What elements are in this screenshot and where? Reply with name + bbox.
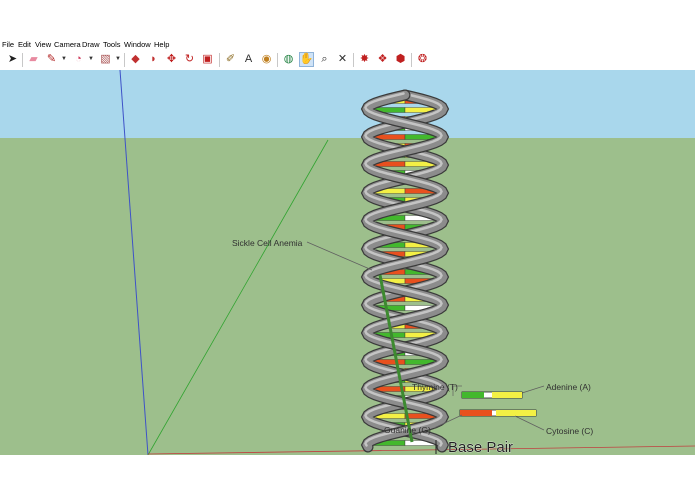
menu-camera[interactable]: Camera bbox=[54, 40, 81, 49]
rotate-tool-icon: ↻ bbox=[184, 53, 195, 65]
menu-tools[interactable]: Tools bbox=[103, 40, 121, 49]
menu-view[interactable]: View bbox=[35, 40, 51, 49]
zoom-tool-icon: ⌕ bbox=[321, 53, 328, 65]
toolbar-separator bbox=[411, 53, 412, 67]
scale-tool-icon: ▣ bbox=[202, 53, 213, 65]
cytosine-swatch bbox=[460, 410, 492, 416]
extension-warehouse-button[interactable]: ❂ bbox=[415, 52, 430, 67]
follow-me-tool-button[interactable]: ◗ bbox=[146, 52, 161, 67]
menu-bar: File Edit View Camera Draw Tools Window … bbox=[0, 38, 695, 52]
menu-window[interactable]: Window bbox=[124, 40, 151, 49]
orbit-tool-icon: ◍ bbox=[283, 53, 294, 65]
select-tool-icon: ➤ bbox=[7, 53, 18, 65]
zoom-tool-button[interactable]: ⌕ bbox=[317, 52, 332, 67]
menu-draw[interactable]: Draw bbox=[82, 40, 100, 49]
arc-tool-button[interactable]: ◔ bbox=[71, 52, 86, 67]
shape-tool-icon: ▧ bbox=[100, 53, 111, 65]
pan-tool-button[interactable]: ✋ bbox=[299, 52, 314, 67]
scene-canvas[interactable]: Sickle Cell Anemia Thymine (T) Adenine (… bbox=[0, 70, 695, 455]
get-models-button[interactable]: ❖ bbox=[375, 52, 390, 67]
menu-edit[interactable]: Edit bbox=[18, 40, 31, 49]
move-tool-button[interactable]: ✥ bbox=[164, 52, 179, 67]
menu-help[interactable]: Help bbox=[154, 40, 169, 49]
arc-tool-icon: ◔ bbox=[75, 53, 82, 65]
pan-tool-icon: ✋ bbox=[299, 53, 314, 65]
pencil-dropdown-arrow[interactable]: ▼ bbox=[61, 56, 67, 62]
zoom-extents-tool-button[interactable]: ✕ bbox=[335, 52, 350, 67]
share-model-icon: ⬢ bbox=[395, 53, 406, 65]
toolbar-separator bbox=[219, 53, 220, 67]
guanine-label: Guanine (G) bbox=[384, 425, 431, 435]
share-model-button[interactable]: ⬢ bbox=[393, 52, 408, 67]
thymine-swatch bbox=[462, 392, 484, 398]
paint-bucket-tool-button[interactable]: ◉ bbox=[259, 52, 274, 67]
toolbar: ➤ ▰ ✎ ▼ ◔ ▼ ▧ ▼ ◆ ◗ ✥ ↻ ▣ ✐ A ◉ ◍ ✋ ⌕ ✕ … bbox=[0, 51, 695, 69]
toolbar-separator bbox=[124, 53, 125, 67]
base-pair-label: Base Pair bbox=[448, 439, 513, 455]
paint-bucket-tool-icon: ◉ bbox=[261, 53, 272, 65]
toolbar-separator bbox=[353, 53, 354, 67]
get-models-icon: ❖ bbox=[377, 53, 388, 65]
menu-file[interactable]: File bbox=[2, 40, 14, 49]
toolbar-separator bbox=[22, 53, 23, 67]
shape-dropdown-arrow[interactable]: ▼ bbox=[115, 56, 121, 62]
eraser-tool-icon: ▰ bbox=[29, 53, 38, 65]
select-tool-button[interactable]: ➤ bbox=[5, 52, 20, 67]
eraser-tool-button[interactable]: ▰ bbox=[26, 52, 41, 67]
tape-measure-tool-button[interactable]: ✐ bbox=[223, 52, 238, 67]
warehouse-button[interactable]: ✸ bbox=[357, 52, 372, 67]
model-viewport[interactable]: Sickle Cell Anemia Thymine (T) Adenine (… bbox=[0, 70, 695, 455]
dna-helix[interactable] bbox=[360, 89, 450, 453]
adenine-yellow-swatch bbox=[496, 410, 536, 416]
text-tool-button[interactable]: A bbox=[241, 52, 256, 67]
orbit-tool-button[interactable]: ◍ bbox=[281, 52, 296, 67]
arc-dropdown-arrow[interactable]: ▼ bbox=[88, 56, 94, 62]
status-area bbox=[0, 455, 695, 494]
warehouse-icon: ✸ bbox=[359, 53, 370, 65]
shape-tool-button[interactable]: ▧ bbox=[98, 52, 113, 67]
tape-measure-tool-icon: ✐ bbox=[225, 53, 236, 65]
scale-tool-button[interactable]: ▣ bbox=[200, 52, 215, 67]
adenine-swatch bbox=[492, 392, 522, 398]
pencil-tool-icon: ✎ bbox=[46, 53, 57, 65]
adenine-label: Adenine (A) bbox=[546, 382, 591, 392]
follow-me-tool-icon: ◗ bbox=[150, 53, 157, 65]
thymine-label: Thymine (T) bbox=[412, 382, 458, 392]
zoom-extents-tool-icon: ✕ bbox=[337, 53, 348, 65]
move-tool-icon: ✥ bbox=[166, 53, 177, 65]
toolbar-separator bbox=[277, 53, 278, 67]
sickle-cell-label: Sickle Cell Anemia bbox=[232, 238, 303, 248]
sky bbox=[0, 70, 695, 138]
extension-warehouse-icon: ❂ bbox=[417, 53, 428, 65]
text-tool-icon: A bbox=[244, 53, 253, 65]
push-pull-tool-icon: ◆ bbox=[131, 53, 140, 65]
rotate-tool-button[interactable]: ↻ bbox=[182, 52, 197, 67]
pencil-tool-button[interactable]: ✎ bbox=[44, 52, 59, 67]
ground-plane bbox=[0, 138, 695, 455]
push-pull-tool-button[interactable]: ◆ bbox=[128, 52, 143, 67]
cytosine-label: Cytosine (C) bbox=[546, 426, 593, 436]
